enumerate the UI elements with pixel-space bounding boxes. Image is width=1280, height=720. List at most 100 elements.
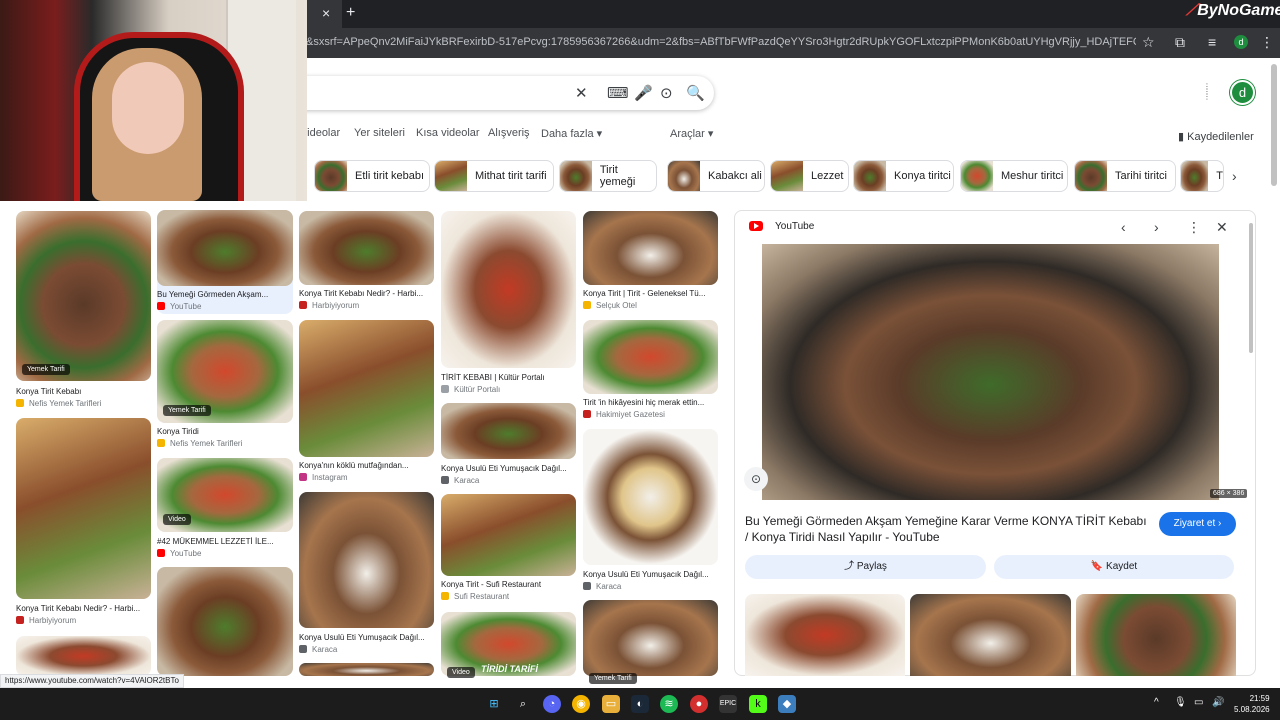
saved-link[interactable]: ▮ Kaydedilenler [1178,130,1254,143]
image-result-selected[interactable]: Bu Yemeği Görmeden Akşam... YouTube [157,210,293,314]
image-result[interactable]: Yemek Tarifi Konya Tiridi Nefis Yemek Ta… [157,320,293,450]
panel-source-name[interactable]: YouTube [775,221,814,232]
steam-icon[interactable]: ◐ [631,695,649,713]
image-result[interactable]: Konya Usulü Eti Yumuşacık Dağıl... Karac… [299,492,434,656]
more-options-icon[interactable]: ⋮ [1187,219,1201,236]
related-image[interactable] [745,594,905,676]
panel-scrollbar[interactable] [1249,223,1253,353]
result-caption[interactable]: #42 MÜKEMMEL LEZZETİ İLE... [157,537,293,546]
chip-tirit-yemegi[interactable]: Tirit yemeği [559,160,657,192]
browser-menu-icon[interactable]: ⋮ [1260,34,1274,51]
share-button[interactable]: ⤴ Paylaş [745,555,986,579]
image-result[interactable]: Video TİRİDİ TARİFİ [441,612,576,678]
saved-label: Kaydedilenler [1187,131,1254,143]
chip-meshur-tiritci[interactable]: Meshur tiritci [960,160,1068,192]
image-result[interactable]: Konya Usulü Eti Yumuşacık Dağıl... Karac… [441,403,576,487]
preview-title[interactable]: Bu Yemeği Görmeden Akşam Yemeğine Karar … [745,513,1150,545]
keyboard-icon[interactable]: ⌨ [607,84,629,102]
tab-places[interactable]: Yer siteleri [354,127,405,139]
tab-tools[interactable]: Araçlar ▾ [670,127,713,140]
page-scrollbar[interactable] [1271,64,1277,186]
close-icon[interactable]: ✕ [1216,219,1228,236]
chip-mithat-tirit[interactable]: Mithat tirit tarifi [434,160,554,192]
result-caption[interactable]: Konya Tirit | Tirit - Geleneksel Tü... [583,289,719,298]
result-caption[interactable]: Konya Usulü Eti Yumuşacık Dağıl... [441,464,577,473]
mic-icon[interactable]: 🎤 [634,84,653,102]
app-red-icon[interactable]: ● [690,695,708,713]
chip-tarihi-tiritci[interactable]: Tarihi tiritci [1074,160,1176,192]
previous-image-icon[interactable]: ‹ [1121,219,1126,235]
result-image [441,494,576,576]
result-caption[interactable]: Konya Tirit Kebabı Nedir? - Harbi... [299,289,435,298]
image-result[interactable]: Yemek Tarifi [583,600,718,684]
lens-icon[interactable]: ⊙ [660,84,673,102]
chip-thumbnail [435,161,467,191]
recipe-badge: Yemek Tarifi [22,364,70,375]
result-caption[interactable]: Konya Tirit Kebabı [16,387,152,396]
tray-expand-icon[interactable]: ^ [1154,697,1159,708]
microphone-icon[interactable]: 🎙 [1174,697,1187,708]
browser-profile-avatar[interactable]: d [1234,35,1248,49]
chip-etli-tirit[interactable]: Etli tirit kebabı [314,160,430,192]
bookmark-star-icon[interactable]: ☆ [1142,34,1155,51]
new-tab-icon[interactable]: + [346,4,355,22]
image-result[interactable]: Konya Tirit Kebabı Nedir? - Harbi... Har… [16,418,151,628]
chip-partial[interactable]: T [1180,160,1224,192]
next-image-icon[interactable]: › [1154,219,1159,235]
related-image[interactable] [1076,594,1236,676]
visit-button[interactable]: Ziyaret et › [1159,512,1236,536]
image-result[interactable]: Konya Tirit - Sufi Restaurant Sufi Resta… [441,494,576,604]
result-caption[interactable]: Bu Yemeği Görmeden Akşam... [157,290,293,299]
app-icon[interactable]: ◆ [778,695,796,713]
save-button[interactable]: 🔖 Kaydet [994,555,1234,579]
spotify-icon[interactable]: ≋ [660,695,678,713]
lens-search-icon[interactable]: ⊙ [744,467,768,491]
image-result[interactable]: Yemek Tarifi Konya Tirit Kebabı Nefis Ye… [16,211,151,411]
display-icon[interactable]: ▭ [1194,697,1203,708]
media-icon[interactable]: ≡ [1208,34,1216,50]
taskbar-search-icon[interactable]: ⌕ [514,695,532,713]
image-result[interactable]: TİRİT KEBABI | Kültür Portalı Kültür Por… [441,211,576,397]
image-result[interactable]: Tirit 'in hikâyesini hiç merak ettin... … [583,320,718,422]
image-result[interactable]: Konya Tirit | Tirit - Geleneksel Tü... S… [583,211,718,313]
result-caption[interactable]: Konya Usulü Eti Yumuşacık Dağıl... [583,570,719,579]
address-url[interactable]: &sxsrf=APpeQnv2MiFaiJYkBRFexirbD-517ePcv… [306,36,1136,48]
result-caption[interactable]: Konya Tiridi [157,427,293,436]
tab-more[interactable]: Daha fazla ▾ [541,127,602,140]
image-result[interactable] [157,567,293,676]
image-result[interactable] [299,663,434,676]
result-caption[interactable]: TİRİT KEBABI | Kültür Portalı [441,373,577,382]
search-icon[interactable]: 🔍 [686,84,705,102]
image-result[interactable]: Konya Tirit Kebabı Nedir? - Harbi... Har… [299,211,434,313]
chevron-right-icon[interactable]: › [1232,168,1237,184]
account-avatar[interactable]: d [1230,80,1255,105]
result-caption[interactable]: Konya Usulü Eti Yumuşacık Dağıl... [299,633,435,642]
result-caption[interactable]: Tirit 'in hikâyesini hiç merak ettin... [583,398,719,407]
tab-shopping[interactable]: Alışveriş [488,127,530,139]
chrome-icon[interactable]: ◉ [572,695,590,713]
kick-icon[interactable]: k [749,695,767,713]
image-result[interactable] [16,636,151,676]
result-caption[interactable]: Konya Tirit Kebabı Nedir? - Harbi... [16,604,152,613]
result-caption[interactable]: Konya'nın köklü mutfağından... [299,461,435,470]
taskbar-clock[interactable]: 21:59 5.08.2026 [1234,693,1270,715]
image-result[interactable]: Konya'nın köklü mutfağından... Instagram [299,320,434,486]
discord-icon[interactable]: ◔ [543,695,561,713]
chip-lezzet[interactable]: Lezzet [770,160,849,192]
image-result[interactable]: Video #42 MÜKEMMEL LEZZETİ İLE... YouTub… [157,458,293,560]
volume-icon[interactable]: 🔊 [1212,697,1224,708]
related-image[interactable] [910,594,1071,676]
chip-konya-tiritci[interactable]: Konya tiritci [853,160,954,192]
start-menu-icon[interactable]: ⊞ [485,695,503,713]
chip-kabakci-ali[interactable]: Kabakcı ali [667,160,765,192]
file-explorer-icon[interactable]: ▭ [602,695,620,713]
image-result[interactable]: Konya Usulü Eti Yumuşacık Dağıl... Karac… [583,429,718,593]
result-caption[interactable]: Konya Tirit - Sufi Restaurant [441,580,577,589]
tab-short-videos[interactable]: Kısa videolar [416,127,480,139]
preview-image[interactable] [762,244,1219,500]
extensions-icon[interactable]: ⧉ [1175,34,1185,51]
epic-games-icon[interactable]: EPIC [719,695,737,713]
google-apps-icon[interactable]: ⋮⋮⋮ [1203,83,1217,101]
tab-close-icon[interactable]: × [322,5,330,21]
clear-icon[interactable]: ✕ [575,84,588,102]
